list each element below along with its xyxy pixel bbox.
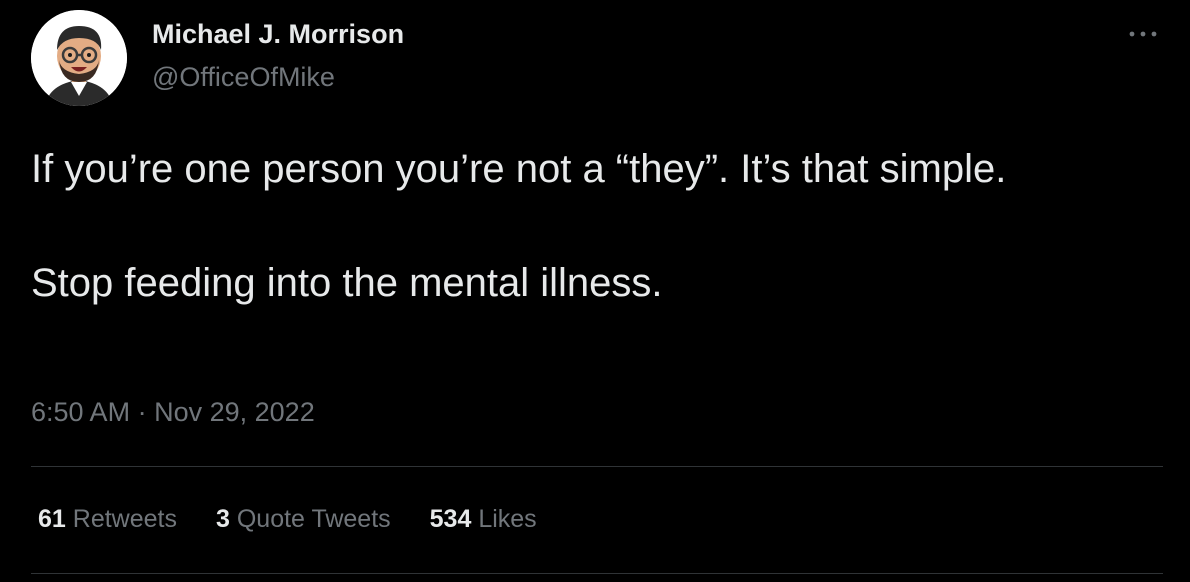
tweet-timestamp[interactable]: 6:50 AM · Nov 29, 2022: [31, 397, 315, 428]
more-options-button[interactable]: [1126, 22, 1160, 46]
divider: [31, 573, 1163, 574]
tweet-stats: 61 Retweets 3 Quote Tweets 534 Likes: [38, 505, 576, 534]
tweet-text: If you’re one person you’re not a “they”…: [31, 141, 1131, 312]
retweets-stat[interactable]: 61 Retweets: [38, 505, 177, 534]
tweet-paragraph: Stop feeding into the mental illness.: [31, 261, 663, 305]
timestamp-separator: ·: [137, 397, 147, 427]
author-handle[interactable]: @OfficeOfMike: [152, 62, 335, 93]
tweet-date[interactable]: Nov 29, 2022: [154, 397, 315, 427]
likes-label: Likes: [478, 505, 537, 533]
divider: [31, 466, 1163, 467]
tweet-paragraph: If you’re one person you’re not a “they”…: [31, 147, 1007, 191]
more-horizontal-icon: [1129, 31, 1157, 37]
likes-stat[interactable]: 534 Likes: [430, 505, 537, 534]
likes-count: 534: [429, 505, 472, 533]
quote-tweets-label: Quote Tweets: [236, 505, 391, 533]
tweet-card: Michael J. Morrison @OfficeOfMike If you…: [0, 0, 1190, 582]
quote-tweets-count: 3: [215, 505, 230, 533]
author-avatar[interactable]: [31, 10, 127, 106]
bitmoji-avatar-icon: [31, 10, 127, 106]
retweets-count: 61: [38, 505, 66, 533]
quote-tweets-stat[interactable]: 3 Quote Tweets: [216, 505, 391, 534]
tweet-time[interactable]: 6:50 AM: [31, 397, 130, 427]
retweets-label: Retweets: [72, 505, 177, 533]
author-name[interactable]: Michael J. Morrison: [152, 19, 404, 50]
